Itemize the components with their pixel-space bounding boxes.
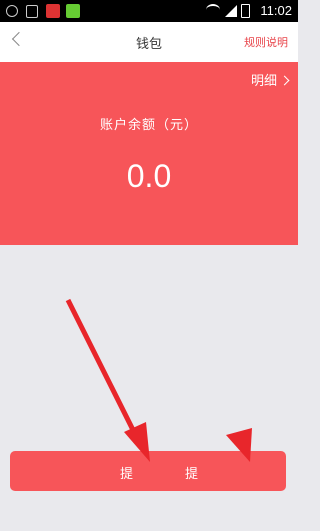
- annotation-arrow-left: [65, 298, 141, 442]
- annotation-arrows: [65, 298, 252, 462]
- arrowhead-right-icon: [226, 428, 252, 462]
- arrowhead-left-icon: [124, 422, 150, 462]
